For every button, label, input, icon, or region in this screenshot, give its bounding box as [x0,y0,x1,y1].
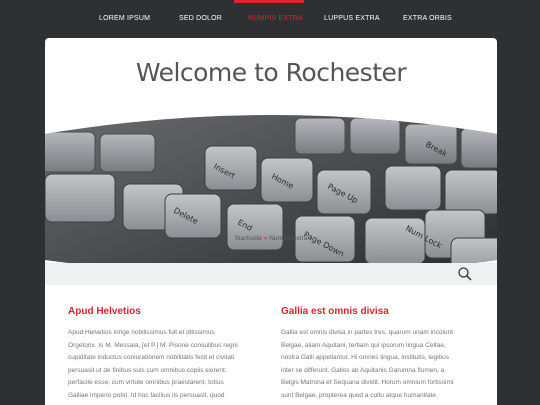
content-column-left: Apud Helvetios Apud Helvetios longe nobi… [68,306,258,402]
search-bar[interactable] [45,263,497,285]
breadcrumb-home-link[interactable]: Startseite [234,235,261,242]
content-column-right: Gallia est omnis divisa Gallia est omnis… [281,306,471,402]
column-text-line: sunt Belgae, propterea quod a cultu atqu… [281,391,437,399]
nav-item-luppus-extra[interactable]: LUPPUS EXTRA [324,15,380,22]
column-text-line: Belgis Matrona et Sequana dividit. Horum… [281,379,454,386]
nav-item-numpis-extra[interactable]: NUMPIS EXTRA [248,15,303,22]
nav-item-lorem-ipsum[interactable]: LOREM IPSUM [99,15,150,22]
column-text-line: inter se differunt. Gallos ab Aquitanis … [281,366,445,374]
search-icon[interactable] [457,266,473,282]
column-text-line: perfacile esse, cum virtute omnibus prae… [68,379,224,386]
column-text-line: Gallia est omnis divisa in partes tres, … [281,329,453,336]
column-text-line: nostra Galli appellantur. Hi omnes lingu… [281,354,450,361]
active-nav-indicator [234,0,304,3]
page-title: Welcome to Rochester [135,58,407,87]
nav-item-extra-orbis[interactable]: EXTRA ORBIS [403,15,452,22]
content-card: Welcome to Rochester Insert Home Page Up… [45,38,497,405]
column-text-line: cupiditate inductus coniurationem nobili… [68,354,235,361]
column-text-line: Galliae imperio potiri. Id hoc facilius … [68,391,225,399]
column-title: Gallia est omnis divisa [281,306,389,317]
column-text-line: Belgae, aliam Aquitani, tertiam qui ipso… [281,341,446,349]
breadcrumb: Startseite » Numpis extra [45,235,497,242]
column-title: Apud Helvetios [68,306,141,317]
breadcrumb-separator: » [263,235,268,242]
column-text-line: Apud Helvetios longe nobilissimus fuit e… [68,329,215,336]
breadcrumb-current: Numpis extra [269,235,308,242]
column-text-line: Orgetorix. Is M. Messala, [et P.] M. Pis… [68,341,238,349]
main-navigation: LOREM IPSUM SED DOLOR NUMPIS EXTRA LUPPU… [0,0,540,38]
nav-item-sed-dolor[interactable]: SED DOLOR [179,15,222,22]
column-text-line: persuasit ut de finibus suis cum omnibus… [68,366,227,374]
